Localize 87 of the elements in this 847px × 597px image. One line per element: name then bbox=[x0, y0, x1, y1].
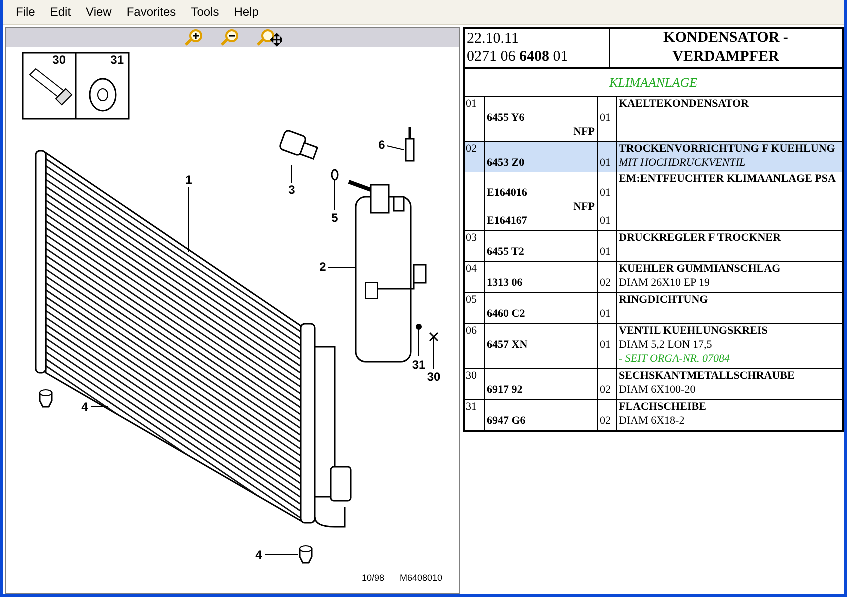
quantity: 01 bbox=[600, 338, 611, 352]
bushing-drawing bbox=[39, 390, 53, 408]
callout-label: 3 bbox=[288, 183, 296, 197]
quantity: 02 bbox=[600, 414, 611, 428]
bushing-drawing bbox=[299, 546, 313, 564]
quantity: 01 bbox=[600, 111, 611, 125]
reference-number: 0271 06 6408 01 bbox=[467, 48, 568, 66]
quantity: 02 bbox=[600, 276, 611, 290]
part-number: 6457 XN bbox=[487, 338, 528, 352]
parts-row[interactable]: 31 6947 G6 02 FLACHSCHEIBE DIAM 6X18-2 bbox=[465, 399, 842, 430]
callout-label: 4 bbox=[256, 548, 262, 562]
parts-row[interactable]: 06 6457 XN 01 VENTIL KUEHLUNGSKREIS DIAM 5,2 LON 17,5 - SEIT ORGA-NR. 07084 bbox=[465, 323, 842, 368]
valve-drawing bbox=[405, 127, 415, 162]
description-text: SECHSKANTMETALLSCHRAUBE bbox=[619, 369, 795, 383]
inset-label: 31 bbox=[110, 53, 124, 67]
quantity: 01 bbox=[600, 186, 611, 200]
nfp-label: NFP bbox=[574, 200, 595, 214]
section-heading: KLIMAANLAGE bbox=[609, 74, 698, 92]
item-number: 30 bbox=[466, 369, 477, 383]
drawing-date: 10/98 bbox=[362, 573, 385, 583]
menu-item[interactable]: Edit bbox=[43, 2, 78, 22]
callout-label: 5 bbox=[332, 211, 338, 225]
menu-item[interactable]: Favorites bbox=[120, 2, 184, 22]
menu-item[interactable]: Help bbox=[227, 2, 266, 22]
description-text: RINGDICHTUNG bbox=[619, 293, 708, 307]
description-text: DRUCKREGLER F TROCKNER bbox=[619, 231, 781, 245]
callout-label: 31 bbox=[412, 358, 426, 372]
leader-line bbox=[90, 406, 108, 408]
description-text: - SEIT ORGA-NR. 07084 bbox=[619, 352, 730, 366]
description-text: DIAM 6X18-2 bbox=[619, 414, 685, 428]
quantity: 01 bbox=[600, 307, 611, 321]
parts-row[interactable]: 30 6917 92 02 SECHSKANTMETALLSCHRAUBE DIAM 6X100-20 bbox=[465, 368, 842, 399]
parts-row[interactable]: 04 1313 06 02 KUEHLER GUMMIANSCHLAG DIAM 26X10 EP 19 bbox=[465, 261, 842, 292]
part-number: 6460 C2 bbox=[487, 307, 526, 321]
description-text: DIAM 6X100-20 bbox=[619, 383, 696, 397]
item-number: 05 bbox=[466, 293, 477, 307]
callout-label: 1 bbox=[186, 173, 192, 187]
description-text: TROCKENVORRICHTUNG F KUEHLUNG bbox=[619, 142, 836, 156]
leader-line bbox=[386, 146, 404, 150]
quantity: 02 bbox=[600, 383, 611, 397]
quantity: 01 bbox=[600, 245, 611, 259]
part-number: 6453 Z0 bbox=[487, 156, 525, 170]
menu-item[interactable]: View bbox=[79, 2, 119, 22]
part-number: 6947 G6 bbox=[487, 414, 526, 428]
item-number: 31 bbox=[466, 400, 477, 414]
parts-row[interactable]: 02 6453 Z0 01 TROCKENVORRICHTUNG F KUEHLUNG MIT HOCHDRUCKVENTIL bbox=[465, 141, 842, 172]
nfp-label: NFP bbox=[574, 125, 595, 139]
drawing-code: M6408010 bbox=[400, 573, 443, 583]
seal-ring-drawing bbox=[331, 169, 339, 181]
part-number: 6917 92 bbox=[487, 383, 523, 397]
quantity: 01 bbox=[600, 156, 611, 170]
description-text: DIAM 26X10 EP 19 bbox=[619, 276, 710, 290]
part-number: 6455 Y6 bbox=[487, 111, 525, 125]
page-title: KONDENSATOR - VERDAMPFER bbox=[662, 29, 790, 67]
description-text: EM:ENTFEUCHTER KLIMAANLAGE PSA bbox=[619, 172, 836, 186]
description-text: KUEHLER GUMMIANSCHLAG bbox=[619, 262, 781, 276]
callout-label: 30 bbox=[427, 370, 441, 384]
date-text: 22.10.11 bbox=[467, 30, 519, 48]
callout-label: 2 bbox=[320, 260, 326, 274]
description-text: MIT HOCHDRUCKVENTIL bbox=[619, 156, 746, 170]
item-number: 04 bbox=[466, 262, 477, 276]
item-number: 06 bbox=[466, 324, 477, 338]
item-number: 01 bbox=[466, 97, 477, 111]
item-number: 02 bbox=[466, 142, 477, 156]
description-text: VENTIL KUEHLUNGSKREIS bbox=[619, 324, 768, 338]
pressure-switch-drawing bbox=[278, 129, 319, 160]
description-text: KAELTEKONDENSATOR bbox=[619, 97, 750, 111]
callout-label: 6 bbox=[378, 138, 386, 152]
quantity: 01 bbox=[600, 214, 611, 228]
leader-line bbox=[264, 554, 298, 556]
description-text: DIAM 5,2 LON 17,5 bbox=[619, 338, 712, 352]
parts-row[interactable]: 05 6460 C2 01 RINGDICHTUNG bbox=[465, 292, 842, 323]
inset-label: 30 bbox=[52, 53, 66, 67]
screw-drawing bbox=[416, 324, 439, 342]
part-number: 6455 T2 bbox=[487, 245, 524, 259]
leader-line bbox=[334, 178, 336, 210]
leader-line bbox=[418, 328, 420, 356]
callout-label: 4 bbox=[82, 400, 88, 414]
leader-line bbox=[188, 186, 190, 252]
menu-item[interactable]: Tools bbox=[184, 2, 226, 22]
parts-row[interactable]: 03 6455 T2 01 DRUCKREGLER F TROCKNER bbox=[465, 230, 842, 261]
part-number: E164167 bbox=[487, 214, 528, 228]
part-number: E164016 bbox=[487, 186, 528, 200]
part-number: 1313 06 bbox=[487, 276, 523, 290]
description-text: FLACHSCHEIBE bbox=[619, 400, 706, 414]
item-number: 03 bbox=[466, 231, 477, 245]
menu-item[interactable]: File bbox=[9, 2, 42, 22]
